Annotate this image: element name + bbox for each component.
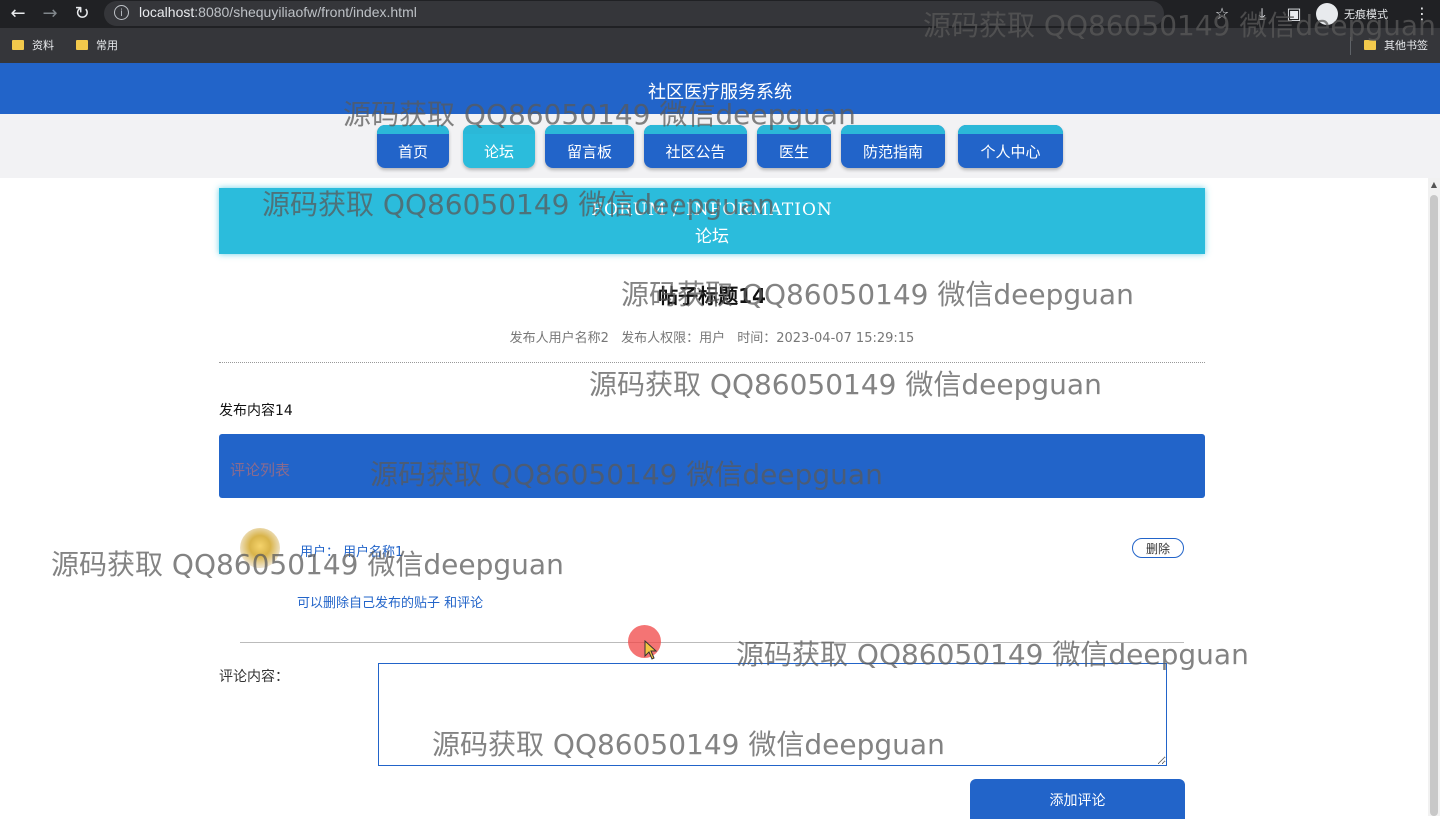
- section-banner: FORUM / INFORMATION 论坛: [219, 188, 1205, 254]
- menu-icon[interactable]: ⋮: [1410, 2, 1434, 26]
- nav-item-doctors[interactable]: 医生: [757, 125, 831, 168]
- post-author: 发布人用户名称2: [509, 331, 609, 346]
- other-bookmarks[interactable]: 其他书签: [1364, 37, 1428, 53]
- cursor-icon: [644, 640, 658, 660]
- avatar: [240, 528, 280, 568]
- divider: [240, 642, 1184, 643]
- download-icon[interactable]: ⤓: [1250, 2, 1274, 26]
- post-meta: 发布人用户名称2 发布人权限：用户 时间：2023-04-07 15:29:15: [0, 327, 1424, 346]
- nav-item-profile[interactable]: 个人中心: [958, 125, 1063, 168]
- nav-item-messages[interactable]: 留言板: [545, 125, 634, 168]
- scroll-up-icon[interactable]: ▲: [1428, 180, 1440, 194]
- comment-textarea[interactable]: [378, 663, 1167, 766]
- folder-icon: [12, 40, 24, 50]
- address-bar[interactable]: i localhost:8080/shequyiliaofw/front/ind…: [104, 1, 1164, 26]
- post-title: 帖子标题14: [658, 284, 766, 308]
- site-title: 社区医疗服务系统: [648, 82, 792, 103]
- incognito-label: 无痕模式: [1344, 8, 1388, 21]
- url-text[interactable]: localhost:8080/shequyiliaofw/front/index…: [139, 4, 417, 20]
- nav-item-forum[interactable]: 论坛: [463, 125, 535, 168]
- comment-list-header: 评论列表: [219, 434, 1205, 498]
- bookmarks-bar: 资料 常用 其他书签: [0, 28, 1440, 63]
- star-icon[interactable]: ☆: [1210, 2, 1234, 26]
- comment-input-label: 评论内容：: [219, 669, 289, 685]
- nav-item-home[interactable]: 首页: [377, 125, 449, 168]
- banner-title-en: FORUM / INFORMATION: [591, 200, 833, 220]
- post-role: 发布人权限：用户: [621, 331, 726, 346]
- nav-item-guide[interactable]: 防范指南: [841, 125, 945, 168]
- nav-item-notices[interactable]: 社区公告: [644, 125, 747, 168]
- banner-title-zh: 论坛: [695, 227, 729, 247]
- bookmark-folder[interactable]: 常用: [76, 37, 118, 53]
- scrollbar-thumb[interactable]: [1430, 195, 1438, 816]
- back-icon[interactable]: ←: [6, 2, 30, 26]
- folder-icon: [76, 40, 88, 50]
- reload-icon[interactable]: ↻: [70, 2, 94, 26]
- browser-toolbar: ← → ↻ i localhost:8080/shequyiliaofw/fro…: [0, 0, 1440, 28]
- info-icon[interactable]: i: [114, 5, 129, 20]
- comment-user: 用户： 用户名称1: [300, 545, 404, 560]
- comment-list-title: 评论列表: [230, 461, 291, 479]
- divider: [1350, 37, 1351, 55]
- sidepanel-icon[interactable]: ▣: [1282, 2, 1306, 26]
- post-content: 发布内容14: [219, 403, 293, 419]
- folder-icon: [1364, 40, 1376, 50]
- incognito-icon[interactable]: [1316, 3, 1338, 25]
- delete-comment-button[interactable]: 删除: [1132, 538, 1184, 558]
- divider: [219, 362, 1205, 363]
- add-comment-button[interactable]: 添加评论: [970, 779, 1185, 819]
- comment-text: 可以删除自己发布的贴子 和评论: [297, 596, 484, 611]
- forward-icon[interactable]: →: [38, 2, 62, 26]
- site-header: 社区医疗服务系统: [0, 63, 1440, 114]
- bookmark-folder[interactable]: 资料: [12, 37, 54, 53]
- post-time: 时间：2023-04-07 15:29:15: [737, 331, 915, 346]
